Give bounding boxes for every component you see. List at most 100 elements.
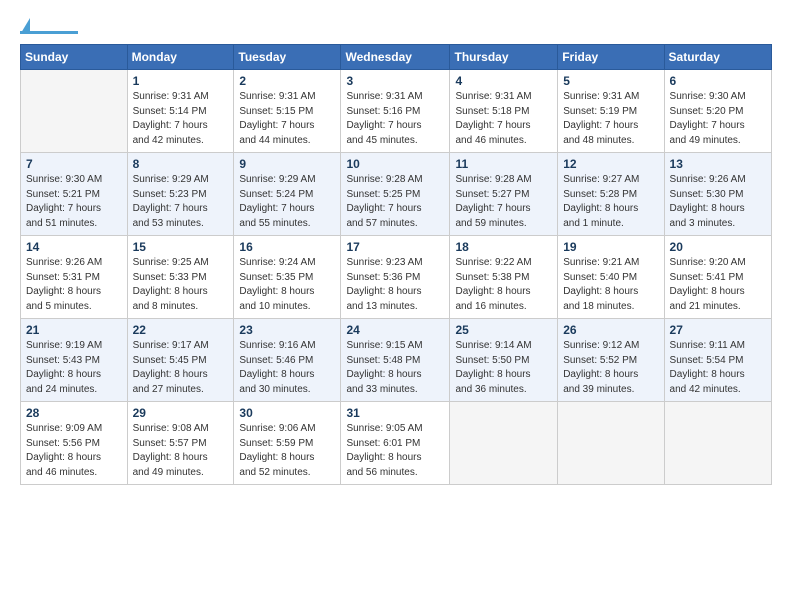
day-number: 26 — [563, 323, 658, 337]
calendar-table: SundayMondayTuesdayWednesdayThursdayFrid… — [20, 44, 772, 485]
calendar-cell: 18 Sunrise: 9:22 AMSunset: 5:38 PMDayligh… — [450, 236, 558, 319]
day-info: Sunrise: 9:29 AMSunset: 5:23 PMDaylight:… — [133, 173, 229, 231]
calendar-cell — [450, 402, 558, 485]
calendar-week-row: 1 Sunrise: 9:31 AMSunset: 5:14 PMDaylight… — [21, 70, 772, 153]
calendar-cell — [558, 402, 664, 485]
day-info: Sunrise: 9:19 AMSunset: 5:43 PMDaylight:… — [26, 339, 122, 397]
calendar-week-row: 21 Sunrise: 9:19 AMSunset: 5:43 PMDayligh… — [21, 319, 772, 402]
calendar-cell: 27 Sunrise: 9:11 AMSunset: 5:54 PMDayligh… — [664, 319, 771, 402]
calendar-header-friday: Friday — [558, 45, 664, 70]
day-number: 7 — [26, 157, 122, 171]
calendar-cell: 30 Sunrise: 9:06 AMSunset: 5:59 PMDayligh… — [234, 402, 341, 485]
day-info: Sunrise: 9:30 AMSunset: 5:20 PMDaylight:… — [670, 90, 766, 148]
calendar-week-row: 14 Sunrise: 9:26 AMSunset: 5:31 PMDayligh… — [21, 236, 772, 319]
calendar-cell: 9Sunrise: 9:29 AMSunset: 5:24 PMDaylight… — [234, 153, 341, 236]
day-info: Sunrise: 9:31 AMSunset: 5:14 PMDaylight:… — [133, 90, 229, 148]
page: SundayMondayTuesdayWednesdayThursdayFrid… — [0, 0, 792, 495]
logo — [20, 18, 78, 34]
calendar-header-sunday: Sunday — [21, 45, 128, 70]
day-number: 27 — [670, 323, 766, 337]
day-number: 18 — [455, 240, 552, 254]
day-info: Sunrise: 9:27 AMSunset: 5:28 PMDaylight:… — [563, 173, 658, 231]
calendar-cell: 24 Sunrise: 9:15 AMSunset: 5:48 PMDayligh… — [341, 319, 450, 402]
calendar-cell: 4 Sunrise: 9:31 AMSunset: 5:18 PMDaylight… — [450, 70, 558, 153]
day-info: Sunrise: 9:26 AMSunset: 5:31 PMDaylight:… — [26, 256, 122, 314]
day-info: Sunrise: 9:29 AMSunset: 5:24 PMDaylight:… — [239, 173, 335, 231]
day-info: Sunrise: 9:31 AMSunset: 5:15 PMDaylight:… — [239, 90, 335, 148]
day-number: 25 — [455, 323, 552, 337]
calendar-week-row: 7Sunrise: 9:30 AMSunset: 5:21 PMDaylight… — [21, 153, 772, 236]
day-number: 13 — [670, 157, 766, 171]
calendar-cell: 16 Sunrise: 9:24 AMSunset: 5:35 PMDayligh… — [234, 236, 341, 319]
calendar-cell: 6 Sunrise: 9:30 AMSunset: 5:20 PMDaylight… — [664, 70, 771, 153]
logo-underline — [20, 31, 78, 34]
calendar-cell — [664, 402, 771, 485]
day-info: Sunrise: 9:28 AMSunset: 5:25 PMDaylight:… — [346, 173, 444, 231]
day-number: 10 — [346, 157, 444, 171]
day-number: 21 — [26, 323, 122, 337]
calendar-cell: 5Sunrise: 9:31 AMSunset: 5:19 PMDaylight… — [558, 70, 664, 153]
calendar-cell: 25 Sunrise: 9:14 AMSunset: 5:50 PMDayligh… — [450, 319, 558, 402]
calendar-cell: 13 Sunrise: 9:26 AMSunset: 5:30 PMDayligh… — [664, 153, 771, 236]
day-info: Sunrise: 9:22 AMSunset: 5:38 PMDaylight:… — [455, 256, 552, 314]
day-info: Sunrise: 9:24 AMSunset: 5:35 PMDaylight:… — [239, 256, 335, 314]
day-info: Sunrise: 9:16 AMSunset: 5:46 PMDaylight:… — [239, 339, 335, 397]
calendar-cell: 3Sunrise: 9:31 AMSunset: 5:16 PMDaylight… — [341, 70, 450, 153]
day-info: Sunrise: 9:25 AMSunset: 5:33 PMDaylight:… — [133, 256, 229, 314]
day-info: Sunrise: 9:21 AMSunset: 5:40 PMDaylight:… — [563, 256, 658, 314]
calendar-cell: 10 Sunrise: 9:28 AMSunset: 5:25 PMDayligh… — [341, 153, 450, 236]
day-number: 19 — [563, 240, 658, 254]
day-info: Sunrise: 9:23 AMSunset: 5:36 PMDaylight:… — [346, 256, 444, 314]
day-number: 16 — [239, 240, 335, 254]
day-number: 6 — [670, 74, 766, 88]
day-info: Sunrise: 9:15 AMSunset: 5:48 PMDaylight:… — [346, 339, 444, 397]
calendar-cell: 19 Sunrise: 9:21 AMSunset: 5:40 PMDayligh… — [558, 236, 664, 319]
day-info: Sunrise: 9:08 AMSunset: 5:57 PMDaylight:… — [133, 422, 229, 480]
day-number: 12 — [563, 157, 658, 171]
day-number: 14 — [26, 240, 122, 254]
calendar-cell: 28 Sunrise: 9:09 AMSunset: 5:56 PMDayligh… — [21, 402, 128, 485]
day-info: Sunrise: 9:28 AMSunset: 5:27 PMDaylight:… — [455, 173, 552, 231]
calendar-cell: 12 Sunrise: 9:27 AMSunset: 5:28 PMDayligh… — [558, 153, 664, 236]
day-info: Sunrise: 9:06 AMSunset: 5:59 PMDaylight:… — [239, 422, 335, 480]
day-number: 24 — [346, 323, 444, 337]
day-info: Sunrise: 9:12 AMSunset: 5:52 PMDaylight:… — [563, 339, 658, 397]
header — [20, 18, 772, 34]
day-info: Sunrise: 9:17 AMSunset: 5:45 PMDaylight:… — [133, 339, 229, 397]
day-number: 4 — [455, 74, 552, 88]
calendar-cell: 7Sunrise: 9:30 AMSunset: 5:21 PMDaylight… — [21, 153, 128, 236]
day-info: Sunrise: 9:14 AMSunset: 5:50 PMDaylight:… — [455, 339, 552, 397]
calendar-header-row: SundayMondayTuesdayWednesdayThursdayFrid… — [21, 45, 772, 70]
calendar-header-tuesday: Tuesday — [234, 45, 341, 70]
day-info: Sunrise: 9:31 AMSunset: 5:18 PMDaylight:… — [455, 90, 552, 148]
calendar-cell: 29Sunrise: 9:08 AMSunset: 5:57 PMDayligh… — [127, 402, 234, 485]
calendar-cell: 22 Sunrise: 9:17 AMSunset: 5:45 PMDayligh… — [127, 319, 234, 402]
day-info: Sunrise: 9:09 AMSunset: 5:56 PMDaylight:… — [26, 422, 122, 480]
day-number: 11 — [455, 157, 552, 171]
day-number: 1 — [133, 74, 229, 88]
calendar-week-row: 28 Sunrise: 9:09 AMSunset: 5:56 PMDayligh… — [21, 402, 772, 485]
calendar-cell: 8Sunrise: 9:29 AMSunset: 5:23 PMDaylight… — [127, 153, 234, 236]
calendar-cell: 15 Sunrise: 9:25 AMSunset: 5:33 PMDayligh… — [127, 236, 234, 319]
day-info: Sunrise: 9:20 AMSunset: 5:41 PMDaylight:… — [670, 256, 766, 314]
day-number: 15 — [133, 240, 229, 254]
calendar-cell: 2 Sunrise: 9:31 AMSunset: 5:15 PMDaylight… — [234, 70, 341, 153]
calendar-cell: 26 Sunrise: 9:12 AMSunset: 5:52 PMDayligh… — [558, 319, 664, 402]
day-number: 2 — [239, 74, 335, 88]
day-number: 5 — [563, 74, 658, 88]
day-info: Sunrise: 9:26 AMSunset: 5:30 PMDaylight:… — [670, 173, 766, 231]
calendar-header-wednesday: Wednesday — [341, 45, 450, 70]
day-number: 30 — [239, 406, 335, 420]
calendar-header-saturday: Saturday — [664, 45, 771, 70]
day-info: Sunrise: 9:05 AMSunset: 6:01 PMDaylight:… — [346, 422, 444, 480]
day-info: Sunrise: 9:31 AMSunset: 5:16 PMDaylight:… — [346, 90, 444, 148]
day-number: 31 — [346, 406, 444, 420]
day-number: 28 — [26, 406, 122, 420]
day-info: Sunrise: 9:11 AMSunset: 5:54 PMDaylight:… — [670, 339, 766, 397]
calendar-cell: 23Sunrise: 9:16 AMSunset: 5:46 PMDayligh… — [234, 319, 341, 402]
calendar-cell: 1 Sunrise: 9:31 AMSunset: 5:14 PMDaylight… — [127, 70, 234, 153]
calendar-header-monday: Monday — [127, 45, 234, 70]
calendar-cell: 17Sunrise: 9:23 AMSunset: 5:36 PMDayligh… — [341, 236, 450, 319]
day-number: 22 — [133, 323, 229, 337]
calendar-cell: 11 Sunrise: 9:28 AMSunset: 5:27 PMDayligh… — [450, 153, 558, 236]
